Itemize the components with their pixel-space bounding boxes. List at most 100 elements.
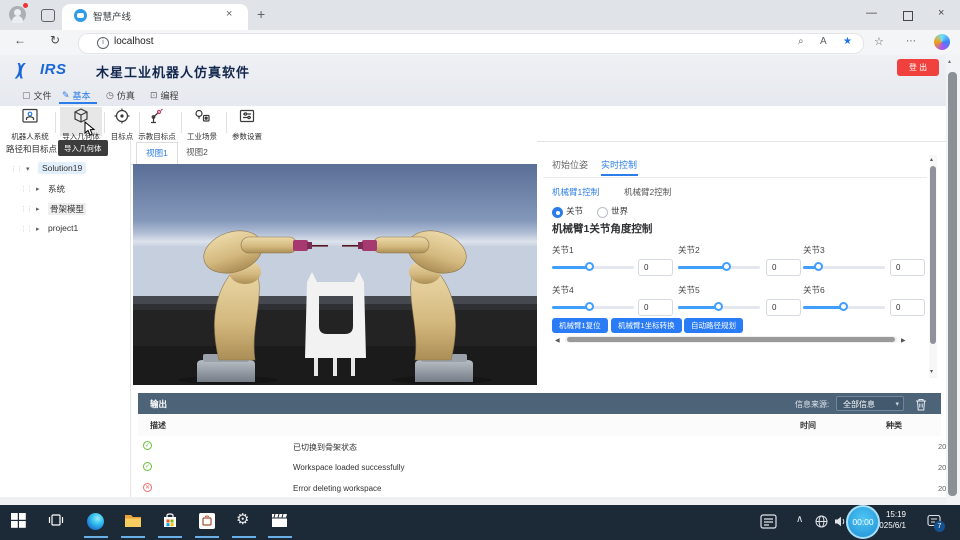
site-info-icon[interactable]: i	[97, 37, 109, 49]
url-field[interactable]	[78, 33, 864, 54]
copilot-icon[interactable]	[934, 34, 950, 50]
radio-joint[interactable]	[552, 207, 563, 218]
joint5-slider[interactable]	[678, 306, 760, 309]
menu-item-basic[interactable]: ✎ 基本	[62, 89, 91, 102]
refresh-icon[interactable]: ↻	[50, 33, 60, 47]
back-icon[interactable]: ←	[14, 33, 26, 47]
joint4-input[interactable]	[638, 299, 673, 316]
joint1-slider[interactable]	[552, 266, 634, 269]
tab-view1[interactable]: 视图1	[136, 142, 178, 165]
toolbar-teach-target[interactable]: 示教目标点	[134, 107, 180, 142]
joint5-input[interactable]	[766, 299, 801, 316]
drag-handle-icon[interactable]: ⋮⋮	[20, 225, 32, 233]
slider-thumb[interactable]	[585, 262, 594, 271]
window-close-icon[interactable]: ×	[938, 7, 944, 19]
menu-item-programming[interactable]: ⊡ 编程	[150, 89, 179, 102]
radio-world-label[interactable]: 世界	[611, 205, 628, 217]
panel-scroll-down-icon[interactable]: ▾	[930, 368, 933, 375]
arm1-coord-transform-button[interactable]: 机械臂1坐标转换	[611, 318, 682, 333]
panel-scroll-up-icon[interactable]: ▴	[930, 156, 933, 163]
toolbar-parameter-settings[interactable]: 参数设置	[224, 107, 270, 142]
toolbar-import-geometry[interactable]: 导入几何体	[58, 107, 104, 142]
joint3-input[interactable]	[890, 259, 925, 276]
source-filter-select[interactable]: 全部信息 ▾	[836, 396, 904, 411]
tree-item-label[interactable]: 骨架模型	[48, 203, 86, 215]
file-explorer-icon[interactable]	[124, 513, 142, 533]
tab-arm2-control[interactable]: 机械臂2控制	[624, 186, 671, 198]
window-minimize-icon[interactable]: —	[866, 7, 877, 19]
output-row[interactable]: ✓ Workspace loaded successfully 2025/6/1…	[138, 457, 941, 479]
hscrollbar-thumb[interactable]	[567, 337, 895, 342]
caret-right-icon[interactable]: ▸	[36, 205, 40, 213]
joint6-input[interactable]	[890, 299, 925, 316]
caret-down-icon[interactable]: ▾	[26, 165, 30, 173]
browser-menu-icon[interactable]: ⋯	[906, 36, 916, 47]
hscroll-left-icon[interactable]: ◀	[555, 337, 560, 344]
video-app-icon[interactable]	[271, 513, 288, 533]
tree-item-label[interactable]: Solution19	[38, 162, 86, 174]
url-text[interactable]: localhost	[114, 36, 153, 47]
caret-right-icon[interactable]: ▸	[36, 185, 40, 193]
tree-item-project1[interactable]: ⋮⋮ ▸ project1	[0, 220, 130, 240]
microsoft-store-icon[interactable]	[162, 513, 178, 533]
tree-item-label[interactable]: 系统	[48, 183, 65, 195]
slider-thumb[interactable]	[722, 262, 731, 271]
radio-world[interactable]	[597, 207, 608, 218]
slider-thumb[interactable]	[814, 262, 823, 271]
logout-button[interactable]: 登 出	[897, 59, 939, 76]
tab-arm1-control[interactable]: 机械臂1控制	[552, 186, 599, 198]
viewport-3d-scene[interactable]	[133, 164, 537, 385]
drag-handle-icon[interactable]: ⋮⋮	[20, 185, 32, 193]
menu-item-file[interactable]: ▢ 文件	[22, 89, 52, 102]
drag-handle-icon[interactable]: ⋮⋮	[20, 205, 32, 213]
slider-thumb[interactable]	[585, 302, 594, 311]
tree-item-skeleton-model[interactable]: ⋮⋮ ▸ 骨架模型	[0, 200, 130, 220]
tab-initial-pose[interactable]: 初始位姿	[552, 158, 588, 171]
collections-icon[interactable]: ☆	[874, 35, 884, 48]
radio-joint-label[interactable]: 关节	[566, 205, 583, 217]
read-aloud-icon[interactable]: A	[820, 36, 827, 47]
joint2-input[interactable]	[766, 259, 801, 276]
page-scroll-up-icon[interactable]: ▴	[948, 58, 951, 65]
joint2-slider[interactable]	[678, 266, 760, 269]
tree-item-system[interactable]: ⋮⋮ ▸ 系统	[0, 180, 130, 200]
tree-item-label[interactable]: project1	[48, 223, 78, 233]
tree-item-solution[interactable]: ⋮⋮ ▾ Solution19	[0, 160, 130, 180]
page-scrollbar-thumb[interactable]	[948, 72, 957, 496]
panel-scrollbar-thumb[interactable]	[930, 166, 936, 344]
output-row[interactable]: ✕ Error deleting workspace 2025/6/1 15:1…	[138, 478, 941, 498]
edge-browser-icon[interactable]	[87, 513, 104, 530]
joint1-input[interactable]	[638, 259, 673, 276]
settings-gear-icon[interactable]: ⚙	[236, 510, 249, 528]
joint3-slider[interactable]	[803, 266, 885, 269]
tab-view2[interactable]: 视图2	[177, 142, 217, 163]
hscroll-right-icon[interactable]: ▶	[901, 337, 906, 344]
network-globe-icon[interactable]	[815, 515, 828, 533]
slider-thumb[interactable]	[839, 302, 848, 311]
start-button-icon[interactable]	[11, 513, 26, 533]
window-restore-icon[interactable]	[903, 11, 913, 21]
drag-handle-icon[interactable]: ⋮⋮	[10, 165, 22, 173]
search-icon[interactable]: ⌕	[798, 36, 804, 47]
tab-workspaces-icon[interactable]	[41, 9, 55, 22]
joint6-slider[interactable]	[803, 306, 885, 309]
browser-tab[interactable]	[62, 4, 248, 30]
favorite-star-icon[interactable]: ★	[843, 36, 852, 47]
screen-recording-timer[interactable]: 00:00	[846, 505, 880, 539]
widgets-news-icon[interactable]	[760, 514, 777, 534]
toolbar-industrial-scene[interactable]: 工业场景	[179, 107, 225, 142]
volume-speaker-icon[interactable]	[834, 515, 847, 533]
task-view-icon[interactable]	[48, 513, 64, 532]
toolbar-robot-system[interactable]: 机器人系统	[7, 107, 53, 142]
joint4-slider[interactable]	[552, 306, 634, 309]
slider-thumb[interactable]	[714, 302, 723, 311]
arm1-reset-button[interactable]: 机械臂1复位	[552, 318, 608, 333]
new-tab-icon[interactable]: +	[257, 6, 265, 22]
tab-realtime-control[interactable]: 实时控制	[601, 158, 637, 171]
output-row[interactable]: ✓ 已切换到骨架状态 2025/6/1 15:19:04 success	[138, 436, 941, 458]
menu-item-simulation[interactable]: ◷ 仿真	[106, 89, 135, 102]
caret-right-icon[interactable]: ▸	[36, 225, 40, 233]
auto-path-planning-button[interactable]: 自动路径规划	[684, 318, 743, 333]
app-shortcut-icon[interactable]	[199, 513, 215, 529]
tray-chevron-up-icon[interactable]: ∧	[796, 514, 803, 525]
